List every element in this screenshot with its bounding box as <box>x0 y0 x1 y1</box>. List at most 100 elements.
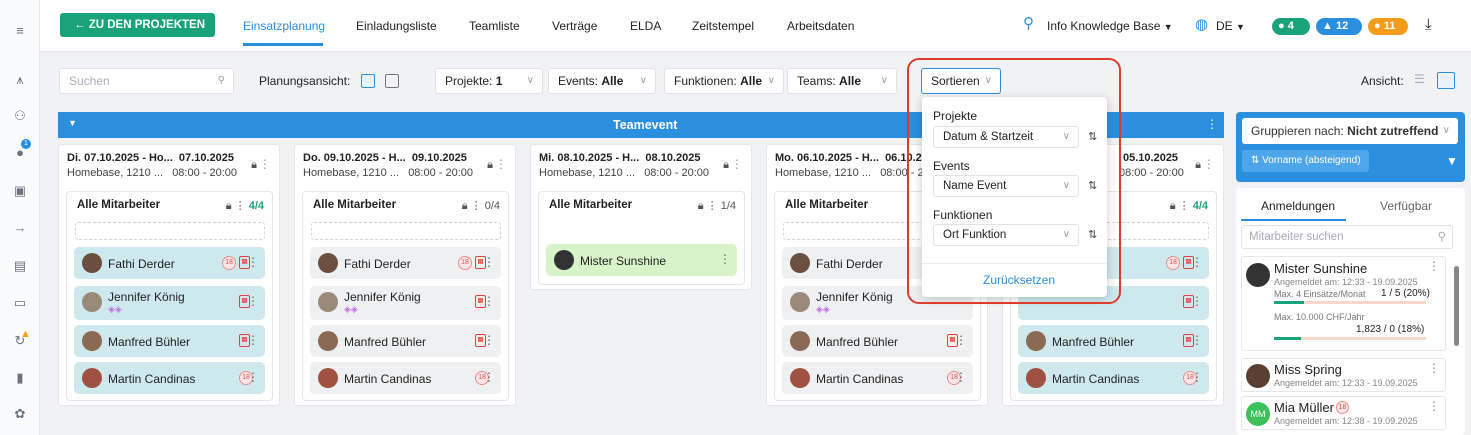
grid-view-toggle[interactable] <box>361 74 375 88</box>
calendar-icon[interactable]: ▣ <box>12 183 28 199</box>
search-icon: ⚲ <box>1437 231 1446 243</box>
teams-filter[interactable]: Teams: Alle ∨ <box>787 68 897 94</box>
events-filter[interactable]: Events: Alle ∨ <box>548 68 656 94</box>
avatar <box>1246 364 1270 388</box>
more-icon[interactable]: ⋮ <box>1428 259 1440 273</box>
day-location: Homebase, 1210 ... 08:00 - 20:00 <box>539 167 709 179</box>
lock-icon[interactable]: 🔒︎ <box>723 159 729 172</box>
employee-card[interactable]: Fathi Derder 18 ▤ ⋮ <box>74 247 265 279</box>
more-icon[interactable]: ⋮ <box>259 157 271 171</box>
day-location: Homebase, 1210 ... 08:00 - 20:00 <box>67 167 237 179</box>
lock-icon[interactable]: 🔒︎ <box>251 159 257 172</box>
employee-name: Mister Sunshine <box>580 254 667 268</box>
employee-card[interactable]: Martin Candinas 18 ⋮ <box>310 362 501 394</box>
building-icon[interactable]: ▤ <box>12 258 28 274</box>
more-icon[interactable]: ⋮ <box>247 370 259 384</box>
document-icon[interactable]: ▮ <box>12 370 28 386</box>
more-icon[interactable]: ⋮ <box>1191 333 1203 347</box>
calendar-view-toggle[interactable] <box>385 74 399 88</box>
chat-badge[interactable]: ● 4 <box>1272 18 1310 35</box>
more-icon[interactable]: ⋮ <box>1191 294 1203 308</box>
more-icon[interactable]: ⋮ <box>483 370 495 384</box>
knowledge-base-dropdown[interactable]: Info Knowledge Base ▼ <box>1047 19 1173 33</box>
tab-einladungsliste[interactable]: Einladungsliste <box>356 19 437 33</box>
day-title: Di. 07.10.2025 - Ho... 07.10.2025 <box>67 152 234 164</box>
lock-icon[interactable]: 🔒︎ <box>487 159 493 172</box>
org-chart-icon[interactable]: ⩚ <box>12 72 28 88</box>
drop-zone[interactable] <box>75 222 265 240</box>
alert-badge[interactable]: ● 11 <box>1368 18 1408 35</box>
more-icon[interactable]: ⋮ <box>1191 370 1203 384</box>
more-icon[interactable]: ⋮ <box>247 333 259 347</box>
group-by-select[interactable]: Gruppieren nach: Nicht zutreffend ∨ <box>1242 118 1458 144</box>
employee-card[interactable]: Martin Candinas 18 ⋮ <box>74 362 265 394</box>
filter-icon[interactable]: ▼ <box>1446 154 1458 168</box>
day-location-text: Homebase, 1210 ... <box>67 167 164 179</box>
employee-card[interactable]: Manfred Bühler ▤ ⋮ <box>1018 325 1209 357</box>
more-icon[interactable]: ⋮ <box>483 294 495 308</box>
money-icon[interactable]: ▭ <box>12 295 28 311</box>
more-icon[interactable]: ⋮ <box>1191 255 1203 269</box>
employee-card[interactable]: Mister Sunshine ⋮ <box>546 244 737 276</box>
sort-chip[interactable]: ⇅ Vorname (absteigend) <box>1242 150 1369 172</box>
assignments-progress-bar <box>1274 301 1305 304</box>
language-dropdown[interactable]: DE ▼ <box>1216 19 1245 33</box>
more-icon[interactable]: ⋮ <box>1206 117 1218 131</box>
employee-card[interactable]: Manfred Bühler ▤ ⋮ <box>74 325 265 357</box>
search-input[interactable]: Suchen ⚲ <box>59 68 234 94</box>
employee-card[interactable]: Manfred Bühler ▤ ⋮ <box>310 325 501 357</box>
lock-icon[interactable]: 🔒︎ <box>1195 159 1201 172</box>
employee-card[interactable]: Martin Candinas 18 ⋮ <box>1018 362 1209 394</box>
login-icon[interactable]: → <box>12 220 28 236</box>
back-to-projects-button[interactable]: ← ZU DEN PROJEKTEN <box>60 13 215 37</box>
team-icon[interactable]: ⚇ <box>12 108 28 124</box>
table-view-icon[interactable] <box>1437 72 1455 89</box>
employee-card[interactable]: Manfred Bühler ▤ ⋮ <box>782 325 973 357</box>
tab-teamliste[interactable]: Teamliste <box>469 19 520 33</box>
tab-zeitstempel[interactable]: Zeitstempel <box>692 19 754 33</box>
sync-warning-icon[interactable]: ↻ ▲ <box>12 328 31 349</box>
tab-anmeldungen[interactable]: Anmeldungen <box>1261 199 1335 213</box>
more-icon[interactable]: ⋮ <box>247 255 259 269</box>
more-icon[interactable]: ⋮ <box>495 157 507 171</box>
employee-card[interactable]: Martin Candinas 18 ⋮ <box>782 362 973 394</box>
tab-vertraege[interactable]: Verträge <box>552 19 597 33</box>
avatar <box>82 253 102 273</box>
tab-einsatzplanung[interactable]: Einsatzplanung <box>243 19 325 33</box>
more-icon[interactable]: ⋮ <box>955 333 967 347</box>
more-icon[interactable]: ⋮ <box>731 157 743 171</box>
employee-card[interactable]: Jennifer König ◈◈ ▤ ⋮ <box>74 286 265 320</box>
drop-zone[interactable] <box>311 222 501 240</box>
more-icon[interactable]: ⋮ <box>483 333 495 347</box>
projekte-filter[interactable]: Projekte: 1 ∨ <box>435 68 543 94</box>
employee-entry[interactable]: MM Mia Müller 18 Angemeldet am: 12:38 - … <box>1241 396 1446 430</box>
notification-badge[interactable]: ▲ 12 <box>1316 18 1362 35</box>
settings-icon[interactable]: ✿ <box>12 406 28 422</box>
more-icon[interactable]: ⋮ <box>1428 399 1440 413</box>
tab-elda[interactable]: ELDA <box>630 19 661 33</box>
day-column-2: Do. 09.10.2025 - H... 09.10.2025 Homebas… <box>294 144 516 406</box>
more-icon[interactable]: ⋮ <box>247 294 259 308</box>
employee-entry[interactable]: Mister Sunshine Angemeldet am: 12:33 - 1… <box>1241 256 1446 351</box>
more-icon[interactable]: ⋮ <box>955 370 967 384</box>
employee-card[interactable]: Fathi Derder 18 ▤ ⋮ <box>310 247 501 279</box>
download-icon[interactable]: ⤓ <box>1425 16 1432 33</box>
funktionen-filter[interactable]: Funktionen: Alle ∨ <box>664 68 784 94</box>
scrollbar[interactable] <box>1454 266 1459 346</box>
employee-entry[interactable]: Miss Spring Angemeldet am: 12:33 - 19.09… <box>1241 358 1446 392</box>
collapse-icon[interactable]: ▼ <box>68 118 77 128</box>
tab-arbeitsdaten[interactable]: Arbeitsdaten <box>787 19 854 33</box>
back-button-label: ZU DEN PROJEKTEN <box>88 19 205 31</box>
more-icon[interactable]: ⋮ <box>1428 361 1440 375</box>
more-icon[interactable]: ⋮ <box>483 255 495 269</box>
more-icon[interactable]: ⋮ <box>1203 157 1215 171</box>
more-icon[interactable]: ⋮ <box>719 252 731 266</box>
menu-icon[interactable]: ≡ <box>12 23 28 39</box>
user-notification-icon[interactable]: ● 1 <box>12 139 31 161</box>
tab-verfuegbar[interactable]: Verfügbar <box>1380 199 1432 213</box>
employee-search-input[interactable]: Mitarbeiter suchen ⚲ <box>1241 225 1453 249</box>
avatar <box>318 253 338 273</box>
employee-card[interactable]: Jennifer König ◈◈ ▤ ⋮ <box>310 286 501 320</box>
list-view-icon[interactable]: ☰ <box>1414 72 1425 86</box>
avatar <box>1026 368 1046 388</box>
